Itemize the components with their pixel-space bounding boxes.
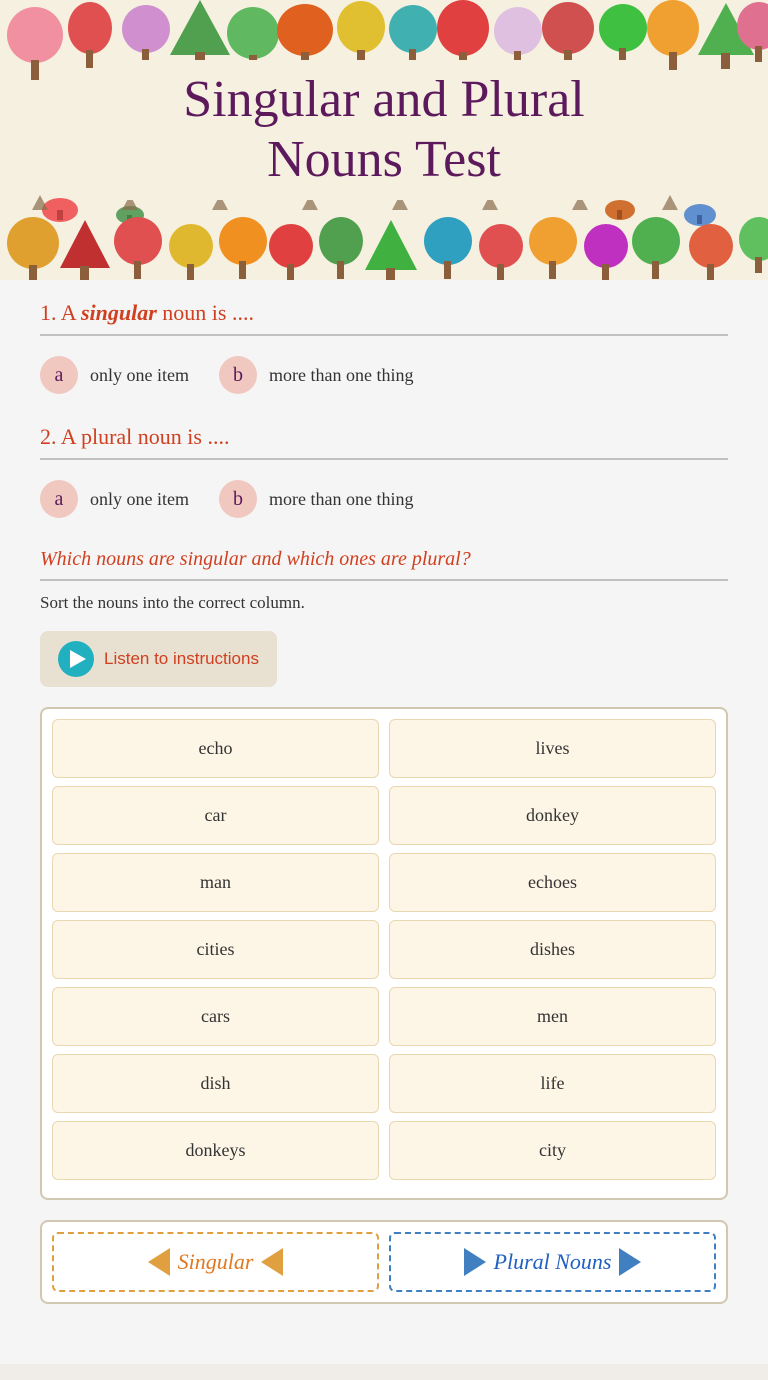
word-grid: echo lives car donkey man echoes cities … (40, 707, 728, 1200)
question-1: 1. A singular noun is .... a only one it… (40, 300, 728, 394)
play-triangle-icon (70, 650, 86, 668)
question-2: 2. A plural noun is .... a only one item… (40, 424, 728, 518)
word-cell-men[interactable]: men (389, 987, 716, 1046)
sort-instruction: Sort the nouns into the correct column. (40, 593, 728, 613)
sort-section: Which nouns are singular and which ones … (40, 548, 728, 1304)
option-b-badge: b (219, 356, 257, 394)
option-a-badge: a (40, 356, 78, 394)
word-cell-dish[interactable]: dish (52, 1054, 379, 1113)
word-row-1: echo lives (52, 719, 716, 778)
option-b-text-2: more than one thing (269, 489, 413, 510)
question-1-option-b[interactable]: b more than one thing (219, 356, 413, 394)
word-row-5: cars men (52, 987, 716, 1046)
word-cell-cities[interactable]: cities (52, 920, 379, 979)
play-icon (58, 641, 94, 677)
question-1-highlight: singular (81, 300, 157, 325)
question-2-option-b[interactable]: b more than one thing (219, 480, 413, 518)
singular-column[interactable]: Singular (52, 1232, 379, 1292)
singular-column-label: Singular (178, 1249, 254, 1275)
plural-arrow-icon-2 (619, 1248, 641, 1276)
sort-section-heading: Which nouns are singular and which ones … (40, 548, 728, 581)
word-cell-lives[interactable]: lives (389, 719, 716, 778)
option-a-text: only one item (90, 365, 189, 386)
word-cell-dishes[interactable]: dishes (389, 920, 716, 979)
word-row-3: man echoes (52, 853, 716, 912)
word-row-4: cities dishes (52, 920, 716, 979)
question-1-option-a[interactable]: a only one item (40, 356, 189, 394)
option-a-text-2: only one item (90, 489, 189, 510)
word-cell-life[interactable]: life (389, 1054, 716, 1113)
content-area: 1. A singular noun is .... a only one it… (0, 280, 768, 1364)
option-a-badge-2: a (40, 480, 78, 518)
word-cell-donkey[interactable]: donkey (389, 786, 716, 845)
option-b-badge-2: b (219, 480, 257, 518)
word-row-2: car donkey (52, 786, 716, 845)
question-1-options: a only one item b more than one thing (40, 356, 728, 394)
word-cell-city[interactable]: city (389, 1121, 716, 1180)
plural-arrow-icon (464, 1248, 486, 1276)
answer-section: Singular Plural Nouns (40, 1220, 728, 1304)
word-cell-car[interactable]: car (52, 786, 379, 845)
question-2-option-a[interactable]: a only one item (40, 480, 189, 518)
word-row-6: dish life (52, 1054, 716, 1113)
question-2-options: a only one item b more than one thing (40, 480, 728, 518)
option-b-text: more than one thing (269, 365, 413, 386)
word-cell-cars[interactable]: cars (52, 987, 379, 1046)
listen-text: Listen to instructions (104, 649, 259, 669)
word-cell-donkeys[interactable]: donkeys (52, 1121, 379, 1180)
question-1-text: 1. A singular noun is .... (40, 300, 728, 336)
listen-instructions-button[interactable]: Listen to instructions (40, 631, 277, 687)
word-row-7: donkeys city (52, 1121, 716, 1180)
header: Singular and Plural Nouns Test (0, 0, 768, 280)
question-2-text: 2. A plural noun is .... (40, 424, 728, 460)
word-cell-echo[interactable]: echo (52, 719, 379, 778)
header-title-box: Singular and Plural Nouns Test (124, 60, 644, 200)
word-cell-man[interactable]: man (52, 853, 379, 912)
plural-column-label: Plural Nouns (494, 1249, 612, 1275)
plural-column[interactable]: Plural Nouns (389, 1232, 716, 1292)
singular-arrow-icon-2 (261, 1248, 283, 1276)
singular-arrow-icon (148, 1248, 170, 1276)
header-title: Singular and Plural Nouns Test (144, 70, 624, 190)
word-cell-echoes[interactable]: echoes (389, 853, 716, 912)
